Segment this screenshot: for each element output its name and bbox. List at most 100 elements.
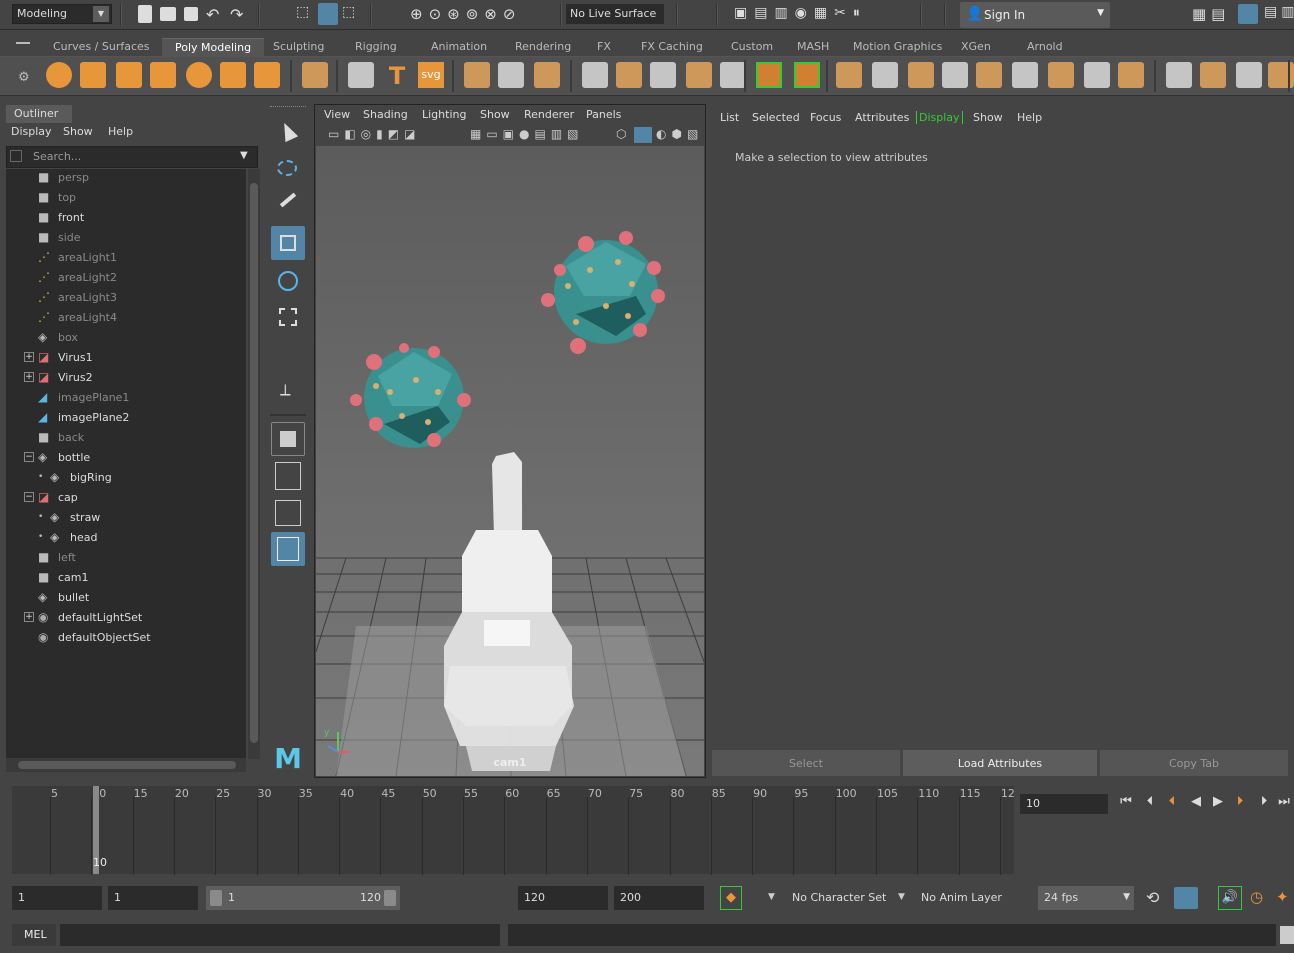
outliner-item-left[interactable]: ■ left	[6, 548, 246, 568]
outliner-vertical-scrollbar[interactable]	[248, 169, 260, 759]
outliner-item-top[interactable]: ■ top	[6, 188, 246, 208]
smooth-shade-icon[interactable]	[634, 127, 652, 143]
cone-shelf-icon[interactable]	[150, 62, 176, 88]
chevron-down-icon[interactable]: ▼	[768, 892, 775, 902]
extrude-shelf-icon[interactable]	[836, 62, 862, 88]
playback-options-icon[interactable]: ◷	[1250, 888, 1263, 906]
outliner-item-cam1[interactable]: ■ cam1	[6, 568, 246, 588]
search-filter-icon[interactable]	[10, 150, 22, 162]
anim-layer-dropdown[interactable]: No Anim Layer	[915, 886, 1015, 910]
outliner-persp-layout-button[interactable]	[271, 532, 305, 566]
select-object-icon[interactable]	[318, 3, 338, 25]
move-tool-button[interactable]	[271, 226, 305, 260]
outliner-tab[interactable]: Outliner	[6, 105, 72, 123]
chevron-down-icon[interactable]: ▼	[898, 892, 905, 902]
select-hierarchy-icon[interactable]: ⬚	[296, 4, 314, 24]
expand-icon[interactable]: +	[24, 372, 34, 382]
edit-edge-flow-shelf-icon[interactable]	[1200, 62, 1226, 88]
select-tool-button[interactable]	[271, 116, 305, 150]
average-shelf-icon[interactable]	[720, 62, 746, 88]
fill-hole-shelf-icon[interactable]	[942, 62, 968, 88]
plane-shelf-icon[interactable]	[220, 62, 246, 88]
scroll-thumb[interactable]	[18, 761, 236, 769]
viewport-menu-view[interactable]: View	[324, 108, 350, 121]
load-attributes-button[interactable]: Load Attributes	[903, 750, 1097, 776]
separate-shelf-icon[interactable]	[616, 62, 642, 88]
merge-shelf-icon[interactable]	[1084, 62, 1110, 88]
attr-menu-help[interactable]: Help	[1017, 111, 1042, 124]
panel-toggle-icons[interactable]: ▤▥	[1264, 4, 1294, 20]
outliner-item-bottle[interactable]: − ◈ bottle	[6, 448, 246, 468]
select-button[interactable]: Select	[712, 750, 900, 776]
outliner-item-box[interactable]: ◈ box	[6, 328, 246, 348]
shelf-tab-rendering[interactable]: Rendering	[502, 38, 584, 56]
svg-shelf-icon[interactable]: svg	[418, 62, 444, 88]
range-slider[interactable]: 1 120	[206, 886, 400, 910]
torus-shelf-icon[interactable]	[186, 62, 212, 88]
cache-playback-icon[interactable]	[1174, 887, 1198, 909]
scene-start-field[interactable]: 1	[12, 886, 102, 910]
viewport-menu-renderer[interactable]: Renderer	[524, 108, 574, 121]
menu-set-dropdown[interactable]: Modeling ▼	[12, 4, 112, 24]
shelf-tab-xgen[interactable]: XGen	[948, 38, 1004, 56]
outliner-item-imageplane2[interactable]: ◢ imagePlane2	[6, 408, 246, 428]
fps-dropdown[interactable]: 24 fps ▼	[1038, 886, 1134, 910]
outliner-item-arealight1[interactable]: ⋰ areaLight1	[6, 248, 246, 268]
offset-edge-shelf-icon[interactable]	[976, 62, 1002, 88]
shelf-tab-fx-caching[interactable]: FX Caching	[628, 38, 716, 56]
play-backwards-icon[interactable]: ◀	[1186, 792, 1206, 812]
outliner-item-front[interactable]: ■ front	[6, 208, 246, 228]
insert-loop-shelf-icon[interactable]	[1166, 62, 1192, 88]
current-frame-field[interactable]: 10	[1020, 794, 1108, 814]
multi-cut-shelf-icon[interactable]	[1048, 62, 1074, 88]
shelf-menu-icon[interactable]	[16, 42, 30, 44]
shelf-tab-fx[interactable]: FX	[584, 38, 624, 56]
two-pane-layout-button[interactable]	[271, 496, 305, 530]
outliner-item-straw[interactable]: • ◈ straw	[6, 508, 246, 528]
script-language-toggle[interactable]: MEL	[12, 924, 56, 946]
collapse-icon[interactable]: −	[24, 492, 34, 502]
character-set-dropdown[interactable]: No Character Set	[786, 886, 894, 910]
viewport-shading-icons[interactable]: ⬡	[616, 127, 631, 141]
combine-shelf-icon[interactable]	[582, 62, 608, 88]
viewport-grid-icons[interactable]: ▦▭▣●▤▥▧	[470, 127, 584, 141]
outliner-item-virus1[interactable]: + ◪ Virus1	[6, 348, 246, 368]
attr-menu-selected[interactable]: Selected	[752, 111, 800, 124]
range-slider-start-handle[interactable]	[210, 890, 222, 906]
shelf-tab-sculpting[interactable]: Sculpting	[260, 38, 337, 56]
circularize-shelf-icon[interactable]	[1012, 62, 1038, 88]
booleans-shelf-icon[interactable]	[686, 62, 712, 88]
outliner-item-defaultlightset[interactable]: + ◉ defaultLightSet	[6, 608, 246, 628]
workspace-icons[interactable]: ▦▤	[1192, 5, 1230, 23]
go-to-start-icon[interactable]: ⏮	[1116, 792, 1136, 812]
save-scene-icon[interactable]	[184, 7, 198, 21]
copy-tab-button[interactable]: Copy Tab	[1100, 750, 1288, 776]
bevel-tool-shelf-icon[interactable]	[464, 62, 490, 88]
new-scene-icon[interactable]	[138, 5, 152, 23]
expand-icon[interactable]: +	[24, 352, 34, 362]
script-editor-icon[interactable]	[1280, 926, 1294, 944]
shelf-tab-mash[interactable]: MASH	[784, 38, 842, 56]
viewport-camera-icons[interactable]: ▭◧◎▮◩◪	[328, 127, 420, 141]
outliner-item-bigring[interactable]: • ◈ bigRing	[6, 468, 246, 488]
viewport-menu-shading[interactable]: Shading	[363, 108, 408, 121]
sign-in-button[interactable]: 👤 Sign In ▼	[960, 2, 1110, 28]
attr-menu-focus[interactable]: Focus	[810, 111, 841, 124]
quad-draw-shelf-icon[interactable]	[498, 62, 524, 88]
outliner-item-arealight3[interactable]: ⋰ areaLight3	[6, 288, 246, 308]
playback-start-field[interactable]: 1	[108, 886, 198, 910]
shelf-tab-animation[interactable]: Animation	[418, 38, 500, 56]
expand-icon[interactable]: +	[24, 612, 34, 622]
extract-shelf-icon[interactable]	[650, 62, 676, 88]
viewport-menu-lighting[interactable]: Lighting	[422, 108, 466, 121]
command-input[interactable]	[60, 924, 500, 946]
step-forward-key-icon[interactable]: ⏵	[1230, 792, 1250, 812]
disc-shelf-icon[interactable]	[254, 62, 280, 88]
single-pane-layout-button[interactable]	[271, 422, 305, 456]
outliner-menu-display[interactable]: Display	[11, 125, 52, 138]
sound-icon[interactable]: 🔊	[1218, 886, 1242, 910]
outliner-item-head[interactable]: • ◈ head	[6, 528, 246, 548]
outliner-item-cap[interactable]: − ◪ cap	[6, 488, 246, 508]
attr-menu-show[interactable]: Show	[973, 111, 1003, 124]
cylinder-shelf-icon[interactable]	[116, 62, 142, 88]
